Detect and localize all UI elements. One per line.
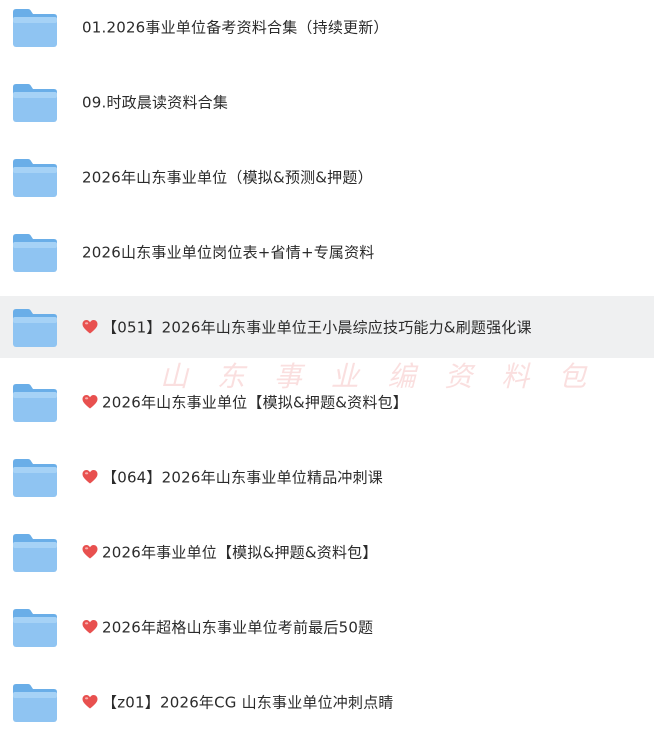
- folder-name-text: 2026年事业单位【模拟&押题&资料包】: [102, 543, 378, 562]
- folder-row[interactable]: 01.2026事业单位备考资料合集（持续更新）: [0, 0, 654, 58]
- folder-name: 【064】2026年山东事业单位精品冲刺课: [82, 467, 383, 488]
- folder-icon: [12, 381, 58, 423]
- folder-name: 2026山东事业单位岗位表+省情+专属资料: [82, 242, 375, 263]
- folder-name-text: 2026年山东事业单位【模拟&押题&资料包】: [102, 393, 408, 412]
- folder-name: 2026年事业单位【模拟&押题&资料包】: [82, 542, 378, 563]
- folder-icon: [12, 531, 58, 573]
- folder-name-text: 2026山东事业单位岗位表+省情+专属资料: [82, 243, 375, 262]
- folder-icon: [12, 6, 58, 48]
- folder-row[interactable]: 09.时政晨读资料合集: [0, 71, 654, 133]
- folder-icon: [12, 681, 58, 723]
- folder-name-text: 【064】2026年山东事业单位精品冲刺课: [102, 468, 384, 487]
- folder-icon: [12, 156, 58, 198]
- folder-icon: [12, 456, 58, 498]
- heart-icon: [82, 320, 98, 335]
- folder-row[interactable]: 2026年山东事业单位（模拟&预测&押题）: [0, 146, 654, 208]
- folder-name-text: 【051】2026年山东事业单位王小晨综应技巧能力&刷题强化课: [102, 318, 532, 337]
- folder-name-text: 01.2026事业单位备考资料合集（持续更新）: [82, 18, 389, 37]
- folder-icon: [12, 606, 58, 648]
- folder-name-text: 【z01】2026年CG 山东事业单位冲刺点睛: [102, 693, 394, 712]
- heart-icon: [82, 395, 98, 410]
- folder-name: 2026年山东事业单位【模拟&押题&资料包】: [82, 392, 408, 413]
- folder-name-text: 2026年山东事业单位（模拟&预测&押题）: [82, 168, 373, 187]
- heart-icon: [82, 470, 98, 485]
- folder-row[interactable]: 2026年山东事业单位【模拟&押题&资料包】: [0, 371, 654, 433]
- folder-name: 2026年超格山东事业单位考前最后50题: [82, 617, 373, 638]
- folder-icon: [12, 81, 58, 123]
- heart-icon: [82, 620, 98, 635]
- folder-row[interactable]: 【z01】2026年CG 山东事业单位冲刺点睛: [0, 671, 654, 733]
- folder-row[interactable]: 【051】2026年山东事业单位王小晨综应技巧能力&刷题强化课: [0, 296, 654, 358]
- heart-icon: [82, 545, 98, 560]
- folder-name: 2026年山东事业单位（模拟&预测&押题）: [82, 167, 373, 188]
- folder-name-text: 09.时政晨读资料合集: [82, 93, 229, 112]
- folder-icon: [12, 231, 58, 273]
- folder-name: 【051】2026年山东事业单位王小晨综应技巧能力&刷题强化课: [82, 317, 532, 338]
- folder-row[interactable]: 【064】2026年山东事业单位精品冲刺课: [0, 446, 654, 508]
- folder-name: 01.2026事业单位备考资料合集（持续更新）: [82, 17, 389, 38]
- folder-name-text: 2026年超格山东事业单位考前最后50题: [102, 618, 374, 637]
- folder-name: 09.时政晨读资料合集: [82, 92, 228, 113]
- folder-name: 【z01】2026年CG 山东事业单位冲刺点睛: [82, 692, 394, 713]
- heart-icon: [82, 695, 98, 710]
- folder-icon: [12, 306, 58, 348]
- folder-row[interactable]: 2026山东事业单位岗位表+省情+专属资料: [0, 221, 654, 283]
- folder-row[interactable]: 2026年事业单位【模拟&押题&资料包】: [0, 521, 654, 583]
- folder-row[interactable]: 2026年超格山东事业单位考前最后50题: [0, 596, 654, 658]
- folder-list: 01.2026事业单位备考资料合集（持续更新） 09.时政晨读资料合集 2026…: [0, 0, 654, 730]
